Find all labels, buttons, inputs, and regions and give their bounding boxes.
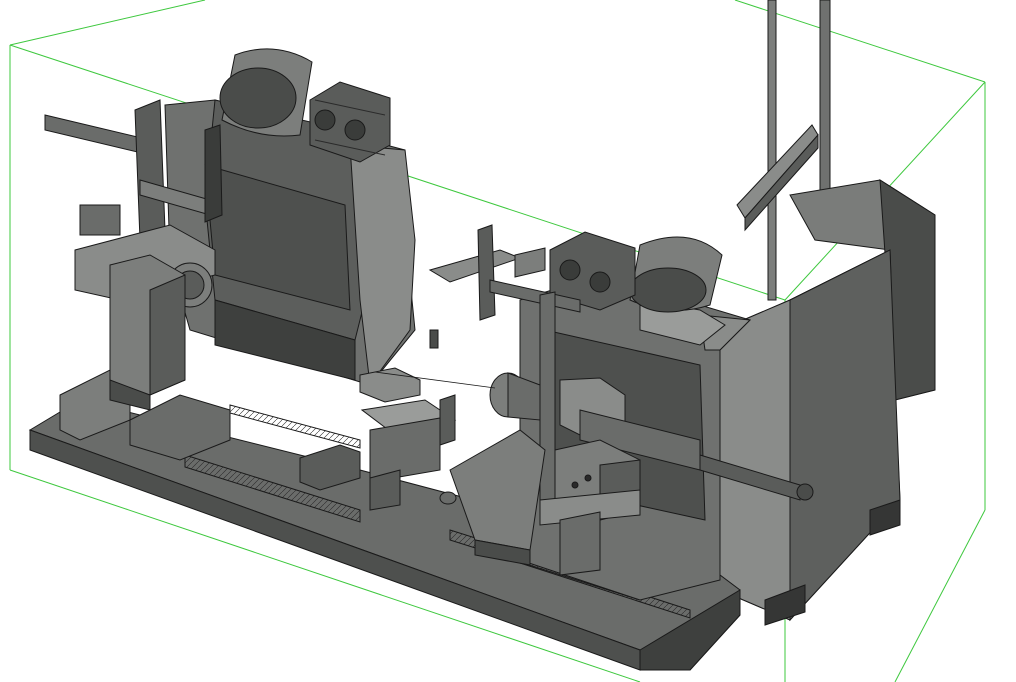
vertical-mast[interactable] [736, 0, 831, 301]
cad-model-render[interactable] [0, 0, 1016, 682]
right-wire-spool[interactable] [629, 236, 723, 313]
control-cabinet[interactable] [719, 179, 936, 626]
left-wire-spool[interactable] [219, 48, 313, 137]
cad-viewport[interactable] [0, 0, 1016, 682]
